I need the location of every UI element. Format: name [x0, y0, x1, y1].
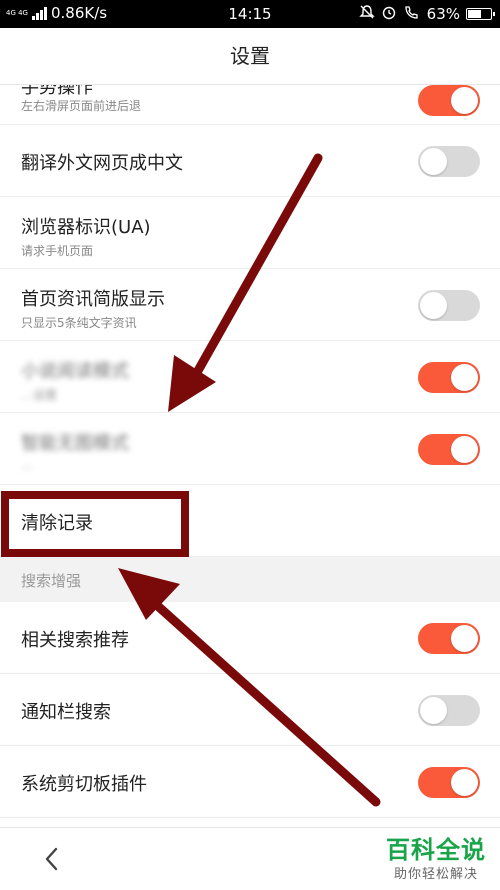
battery-percent: 63% [426, 5, 460, 23]
status-bar: 4G 4G 0.86K/s 14:15 63% [0, 0, 500, 28]
chevron-left-icon [45, 847, 58, 871]
setting-label: 首页资讯简版显示 [21, 289, 165, 310]
translate-toggle[interactable] [418, 146, 480, 177]
setting-label: 智能无图模式 [21, 433, 129, 454]
battery-icon [466, 8, 495, 20]
gesture-toggle[interactable] [418, 85, 480, 116]
setting-row-blurred-2[interactable]: 智能无图模式 … [0, 413, 500, 485]
silent-icon [358, 4, 375, 24]
setting-row-blurred-1[interactable]: 小说阅读模式 …设置 [0, 341, 500, 413]
hd-call-icon [403, 4, 421, 24]
settings-list: 手势操作 左右滑屏页面前进后退 翻译外文网页成中文 浏览器标识(UA) 请求手机… [0, 77, 500, 818]
watermark-subtitle: 助你轻松解决 [393, 867, 478, 882]
setting-description: … [21, 458, 33, 472]
blurred-1-toggle[interactable] [418, 362, 480, 393]
setting-row-translate[interactable]: 翻译外文网页成中文 [0, 125, 500, 197]
related-search-toggle[interactable] [418, 623, 480, 654]
notify-search-toggle[interactable] [418, 695, 480, 726]
setting-row-simple-news[interactable]: 首页资讯简版显示 只显示5条纯文字资讯 [0, 269, 500, 341]
setting-row-clipboard[interactable]: 系统剪切板插件 [0, 746, 500, 818]
section-title: 搜索增强 [21, 572, 82, 590]
status-right: 63% [358, 4, 495, 24]
blurred-2-toggle[interactable] [418, 434, 480, 465]
setting-description: …设置 [21, 388, 58, 402]
setting-row-gesture[interactable]: 手势操作 左右滑屏页面前进后退 [0, 77, 500, 125]
setting-label: 相关搜索推荐 [21, 630, 129, 651]
setting-label: 系统剪切板插件 [21, 774, 147, 795]
clipboard-toggle[interactable] [418, 767, 480, 798]
setting-description: 请求手机页面 [21, 244, 94, 258]
page-title: 设置 [0, 28, 500, 85]
setting-row-notify-search[interactable]: 通知栏搜索 [0, 674, 500, 746]
setting-label: 小说阅读模式 [21, 361, 129, 382]
alarm-icon [381, 4, 397, 24]
setting-label: 浏览器标识(UA) [21, 217, 151, 238]
setting-row-related-search[interactable]: 相关搜索推荐 [0, 602, 500, 674]
setting-label: 通知栏搜索 [21, 702, 111, 723]
setting-label: 翻译外文网页成中文 [21, 153, 183, 174]
setting-row-ua[interactable]: 浏览器标识(UA) 请求手机页面 [0, 197, 500, 269]
setting-description: 只显示5条纯文字资讯 [21, 316, 137, 330]
clear-history-button[interactable]: 清除记录 [0, 485, 500, 557]
setting-label: 清除记录 [21, 513, 93, 534]
setting-description: 左右滑屏页面前进后退 [21, 99, 142, 113]
simple-news-toggle[interactable] [418, 290, 480, 321]
watermark-title: 百科全说 [386, 836, 486, 864]
watermark-logo: 百科全说 助你轻松解决 [386, 830, 486, 882]
back-button[interactable] [38, 844, 66, 874]
bottom-bar: 百科全说 助你轻松解决 [0, 827, 500, 890]
section-header-search: 搜索增强 [0, 557, 500, 602]
